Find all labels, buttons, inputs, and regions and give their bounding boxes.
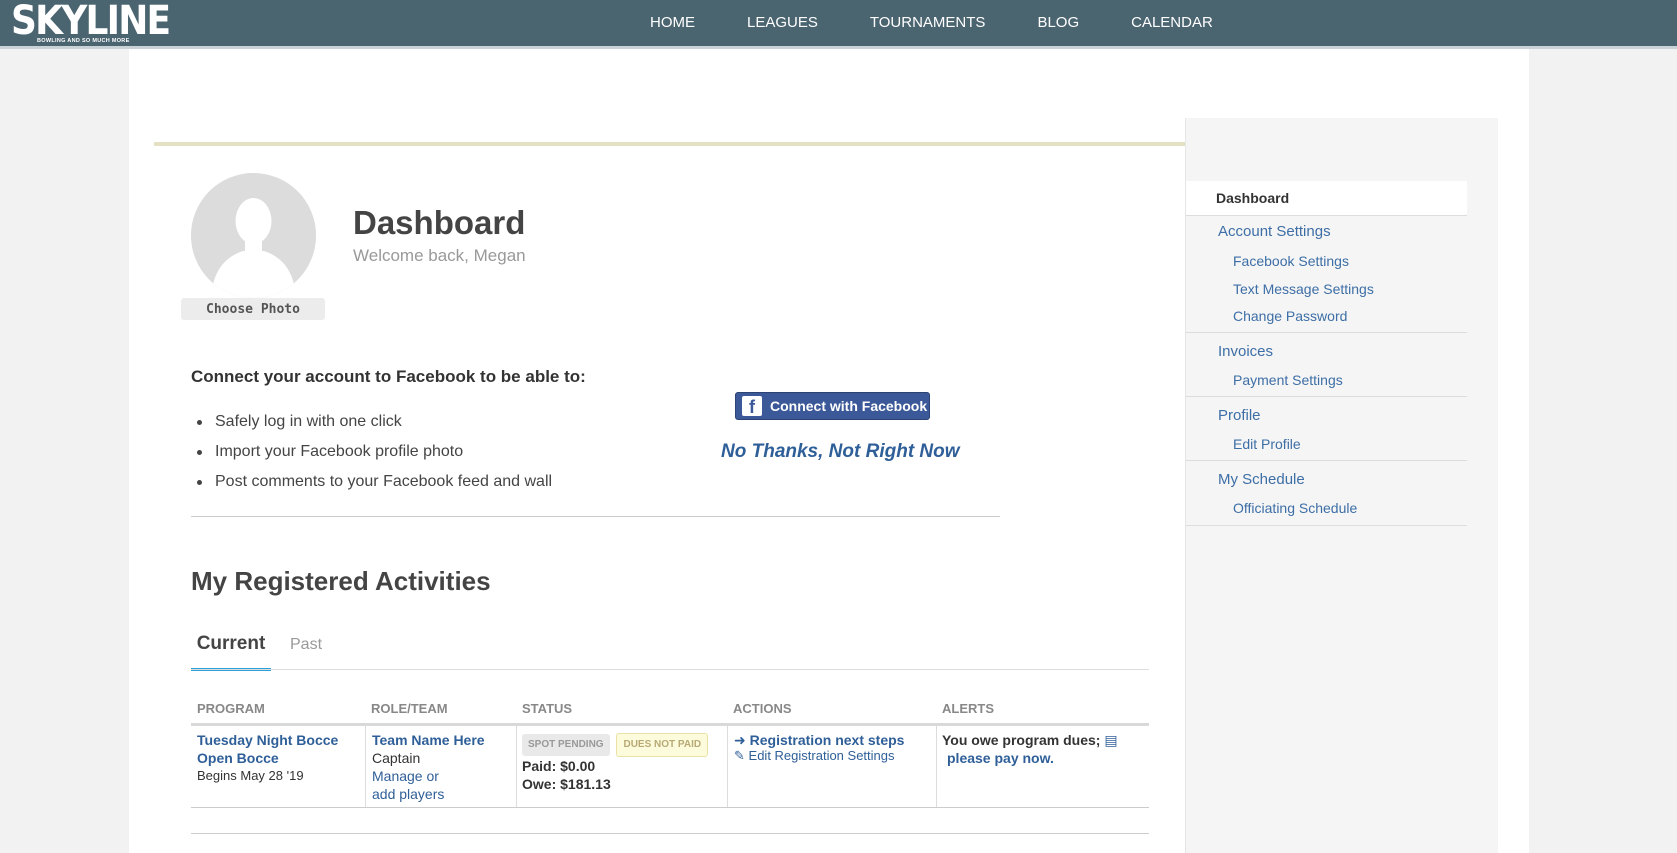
logo-tagline: BOWLING AND SO MUCH MORE	[37, 38, 130, 44]
column-header-role-team: ROLE/TEAM	[371, 701, 448, 716]
nav-calendar[interactable]: CALENDAR	[1131, 0, 1213, 46]
skyline-logo[interactable]: SKYLINE BOWLING AND SO MUCH MORE	[11, 0, 171, 45]
column-separator	[516, 726, 517, 808]
sidebar-item-facebook-settings[interactable]: Facebook Settings	[1233, 253, 1349, 269]
team-role: Captain	[372, 750, 421, 766]
avatar	[191, 173, 316, 298]
credit-card-icon: ▤	[1104, 732, 1118, 748]
logo-wordmark: SKYLINE	[11, 0, 171, 44]
amount-paid: Paid: $0.00	[522, 758, 596, 774]
status-badge-spot-pending: SPOT PENDING	[522, 734, 610, 756]
choose-photo-button[interactable]: Choose Photo	[181, 298, 325, 320]
edit-registration-link[interactable]: ✎ Edit Registration Settings	[734, 749, 904, 762]
sidebar-item-text-message-settings[interactable]: Text Message Settings	[1233, 281, 1374, 297]
column-separator	[936, 726, 937, 808]
sidebar-item-edit-profile[interactable]: Edit Profile	[1233, 436, 1301, 452]
sidebar-item-account-settings[interactable]: Account Settings	[1218, 223, 1331, 240]
sidebar-item-my-schedule[interactable]: My Schedule	[1218, 471, 1305, 488]
nav-tournaments[interactable]: TOURNAMENTS	[870, 0, 986, 46]
welcome-message: Welcome back, Megan	[353, 246, 526, 265]
add-players-link[interactable]: add players	[372, 785, 485, 803]
table-row-team: Team Name Here Captain Manage or add pla…	[372, 731, 485, 803]
table-row-alerts: You owe program dues; ▤ please pay now.	[942, 731, 1118, 767]
no-thanks-link[interactable]: No Thanks, Not Right Now	[721, 441, 960, 463]
list-item: Safely log in with one click	[196, 412, 552, 442]
header-divider	[154, 142, 1185, 146]
team-name-link[interactable]: Team Name Here	[372, 731, 485, 749]
sidebar-item-invoices[interactable]: Invoices	[1218, 343, 1273, 360]
sidebar-group-account-settings: Account Settings Facebook Settings Text …	[1186, 216, 1467, 333]
list-item: Import your Facebook profile photo	[196, 442, 552, 472]
table-header-rule	[191, 723, 1149, 726]
table-row-status: SPOT PENDING DUES NOT PAID Paid: $0.00 O…	[522, 733, 711, 793]
column-header-status: STATUS	[522, 701, 573, 716]
column-header-alerts: ALERTS	[942, 701, 994, 716]
program-begins: Begins May 28 '19	[197, 768, 304, 783]
registration-next-steps-label: Registration next steps	[749, 732, 905, 748]
nav-blog[interactable]: BLOG	[1037, 0, 1079, 46]
manage-players-link[interactable]: Manage or	[372, 767, 485, 785]
sidebar-item-change-password[interactable]: Change Password	[1233, 308, 1347, 324]
amount-owed: Owe: $181.13	[522, 776, 611, 792]
tab-past[interactable]: Past	[290, 636, 322, 654]
top-navigation-bar: SKYLINE BOWLING AND SO MUCH MORE HOME LE…	[0, 0, 1677, 49]
tabs-divider	[191, 669, 1149, 670]
connect-facebook-label: Connect with Facebook	[770, 398, 928, 414]
sidebar-group-my-schedule: My Schedule Officiating Schedule	[1186, 461, 1467, 526]
page-title: Dashboard	[353, 204, 526, 241]
connect-facebook-button[interactable]: f Connect with Facebook	[735, 392, 930, 420]
tab-current[interactable]: Current	[191, 633, 271, 671]
facebook-connect-heading: Connect your account to Facebook to be a…	[191, 367, 586, 386]
facebook-icon: f	[742, 396, 762, 417]
column-separator	[727, 726, 728, 808]
arrow-right-icon: ➜	[734, 732, 746, 748]
program-sub-link[interactable]: Open Bocce	[197, 749, 338, 767]
status-badge-dues-not-paid: DUES NOT PAID	[616, 733, 709, 757]
table-row-rule	[191, 807, 1149, 808]
sidebar-item-dashboard[interactable]: Dashboard	[1186, 181, 1467, 216]
program-name-link[interactable]: Tuesday Night Bocce	[197, 731, 338, 749]
nav-home[interactable]: HOME	[650, 0, 695, 46]
sidebar-group-profile: Profile Edit Profile	[1186, 397, 1467, 461]
sidebar-group-invoices: Invoices Payment Settings	[1186, 333, 1467, 397]
column-header-program: PROGRAM	[197, 701, 265, 716]
registered-activities-title: My Registered Activities	[191, 566, 491, 596]
alert-text: You owe program dues; ▤	[942, 731, 1118, 749]
table-bottom-rule	[191, 833, 1149, 834]
sidebar-item-payment-settings[interactable]: Payment Settings	[1233, 372, 1343, 388]
list-item: Post comments to your Facebook feed and …	[196, 472, 552, 502]
pay-now-link[interactable]: please pay now.	[942, 749, 1118, 767]
edit-icon: ✎	[734, 748, 745, 763]
sidebar-item-officiating-schedule[interactable]: Officiating Schedule	[1233, 500, 1357, 516]
sidebar-item-profile[interactable]: Profile	[1218, 407, 1261, 424]
edit-registration-label: Edit Registration Settings	[748, 748, 895, 763]
nav-leagues[interactable]: LEAGUES	[747, 0, 818, 46]
avatar-silhouette-icon	[191, 173, 316, 298]
main-nav: HOME LEAGUES TOURNAMENTS BLOG CALENDAR	[650, 0, 1265, 46]
registration-next-steps-link[interactable]: ➜ Registration next steps	[734, 731, 904, 749]
table-row-actions: ➜ Registration next steps ✎ Edit Registr…	[734, 731, 904, 762]
column-separator	[365, 726, 366, 808]
alert-message: You owe program dues;	[942, 732, 1101, 748]
facebook-benefits-list: Safely log in with one click Import your…	[196, 412, 552, 502]
table-row-program: Tuesday Night Bocce Open Bocce Begins Ma…	[197, 731, 338, 785]
column-header-actions: ACTIONS	[733, 701, 792, 716]
section-divider	[191, 516, 1000, 517]
